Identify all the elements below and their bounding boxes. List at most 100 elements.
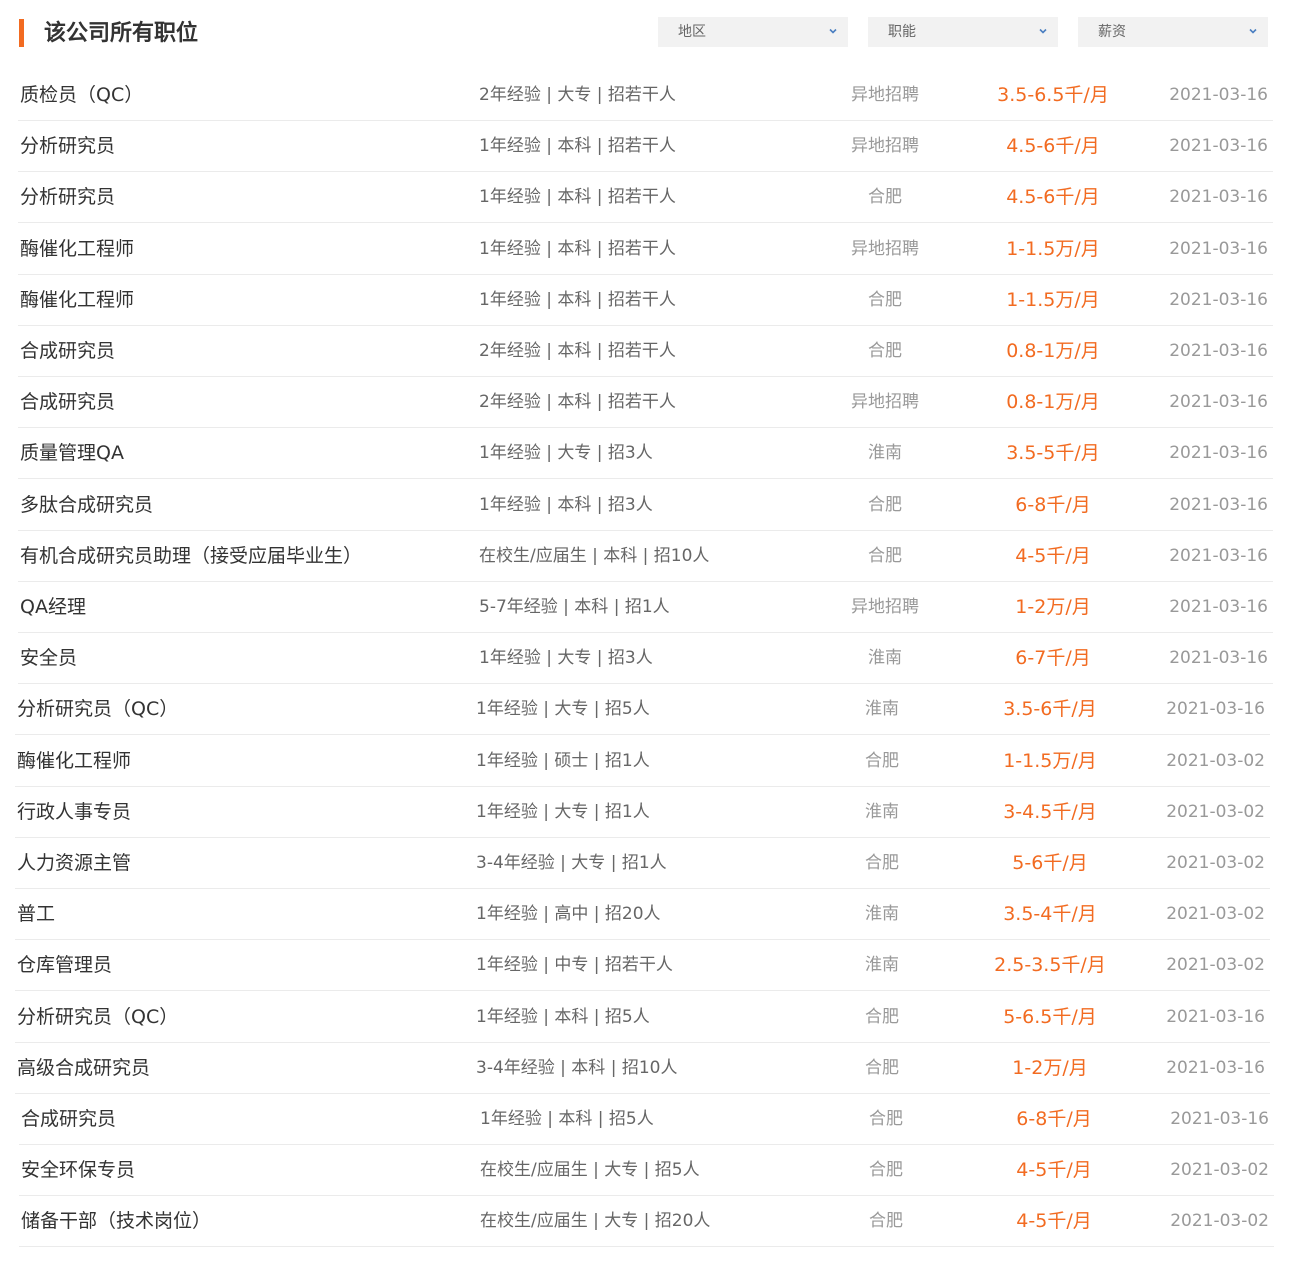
job-row[interactable]: 普工 1年经验 | 高中 | 招20人 淮南 3.5-4千/月 2021-03-02 (15, 889, 1270, 940)
job-title-link[interactable]: 安全环保专员 (21, 1145, 135, 1196)
job-date: 2021-03-16 (1169, 392, 1268, 412)
job-salary: 1-1.5万/月 (1006, 289, 1100, 311)
job-title-link[interactable]: 合成研究员 (20, 326, 115, 377)
job-row[interactable]: 安全环保专员 在校生/应届生 | 大专 | 招5人 合肥 4-5千/月 2021-03-… (19, 1145, 1274, 1196)
job-row[interactable]: 质检员（QC） 2年经验 | 大专 | 招若干人 异地招聘 3.5-6.5千/月 202… (18, 70, 1273, 121)
job-title-link[interactable]: 酶催化工程师 (17, 736, 131, 787)
job-salary: 6-8千/月 (1016, 1108, 1092, 1130)
job-row[interactable]: 分析研究员（QC） 1年经验 | 大专 | 招5人 淮南 3.5-6千/月 2021-0… (15, 684, 1270, 735)
job-title-link[interactable]: 仓库管理员 (17, 940, 112, 991)
job-title-link[interactable]: 质量管理QA (20, 428, 124, 479)
job-salary: 6-8千/月 (1015, 494, 1091, 516)
job-requirements: 3-4年经验 | 本科 | 招10人 (476, 1058, 678, 1078)
job-location: 合肥 (869, 1160, 903, 1180)
job-location: 合肥 (868, 495, 902, 515)
job-title-link[interactable]: 合成研究员 (20, 377, 115, 428)
job-date: 2021-03-16 (1169, 136, 1268, 156)
job-requirements: 1年经验 | 本科 | 招若干人 (479, 187, 676, 207)
job-date: 2021-03-16 (1169, 341, 1268, 361)
job-row[interactable]: 行政人事专员 1年经验 | 大专 | 招1人 淮南 3-4.5千/月 2021-03-0… (15, 787, 1270, 838)
region-filter-label: 地区 (678, 24, 706, 40)
job-date: 2021-03-02 (1166, 853, 1265, 873)
job-salary: 5-6.5千/月 (1003, 1006, 1097, 1028)
job-title-link[interactable]: 安全员 (20, 633, 77, 684)
job-date: 2021-03-16 (1169, 648, 1268, 668)
job-row[interactable]: 分析研究员 1年经验 | 本科 | 招若干人 异地招聘 4.5-6千/月 2021-03… (18, 121, 1273, 172)
job-salary: 3.5-4千/月 (1003, 903, 1097, 925)
job-requirements: 1年经验 | 大专 | 招1人 (476, 802, 650, 822)
job-title-link[interactable]: 分析研究员 (20, 121, 115, 172)
job-requirements: 在校生/应届生 | 大专 | 招5人 (480, 1160, 700, 1180)
region-filter-dropdown[interactable]: 地区 (658, 17, 848, 47)
page-header: 该公司所有职位 地区 职能 薪资 (0, 0, 1295, 70)
function-filter-dropdown[interactable]: 职能 (868, 17, 1058, 47)
job-location: 合肥 (865, 1007, 899, 1027)
job-title-link[interactable]: 人力资源主管 (17, 838, 131, 889)
job-title-link[interactable]: 多肽合成研究员 (20, 480, 153, 531)
job-salary: 4-5千/月 (1016, 1210, 1092, 1232)
job-date: 2021-03-16 (1169, 239, 1268, 259)
job-title-link[interactable]: QA经理 (20, 582, 86, 633)
job-title-link[interactable]: 分析研究员（QC） (17, 684, 178, 735)
job-location: 合肥 (869, 1109, 903, 1129)
job-requirements: 在校生/应届生 | 大专 | 招20人 (480, 1211, 711, 1231)
job-salary: 4.5-6千/月 (1006, 135, 1100, 157)
job-title-link[interactable]: 质检员（QC） (20, 70, 143, 121)
job-row[interactable]: 多肽合成研究员 1年经验 | 本科 | 招3人 合肥 6-8千/月 2021-03-16 (18, 480, 1273, 531)
job-row[interactable]: 储备干部（技术岗位） 在校生/应届生 | 大专 | 招20人 合肥 4-5千/月 202… (19, 1196, 1274, 1247)
job-date: 2021-03-16 (1170, 1109, 1269, 1129)
job-location: 淮南 (865, 955, 899, 975)
job-requirements: 1年经验 | 本科 | 招5人 (480, 1109, 654, 1129)
job-requirements: 3-4年经验 | 大专 | 招1人 (476, 853, 667, 873)
job-row[interactable]: 合成研究员 1年经验 | 本科 | 招5人 合肥 6-8千/月 2021-03-16 (19, 1094, 1274, 1145)
job-salary: 4-5千/月 (1015, 545, 1091, 567)
job-title-link[interactable]: 分析研究员 (20, 172, 115, 223)
job-location: 合肥 (868, 341, 902, 361)
job-title-link[interactable]: 酶催化工程师 (20, 275, 134, 326)
job-row[interactable]: 有机合成研究员助理（接受应届毕业生） 在校生/应届生 | 本科 | 招10人 合肥 4… (18, 531, 1273, 582)
chevron-down-icon (829, 28, 837, 34)
job-salary: 1-1.5万/月 (1003, 750, 1097, 772)
job-title-link[interactable]: 行政人事专员 (17, 787, 131, 838)
salary-filter-dropdown[interactable]: 薪资 (1078, 17, 1268, 47)
job-title-link[interactable]: 合成研究员 (21, 1094, 116, 1145)
job-row[interactable]: 质量管理QA 1年经验 | 大专 | 招3人 淮南 3.5-5千/月 2021-03-1… (18, 428, 1273, 479)
job-row[interactable]: 分析研究员 1年经验 | 本科 | 招若干人 合肥 4.5-6千/月 2021-03-1… (18, 172, 1273, 223)
job-salary: 3-4.5千/月 (1003, 801, 1097, 823)
job-location: 异地招聘 (851, 597, 919, 617)
job-salary: 0.8-1万/月 (1006, 340, 1100, 362)
job-date: 2021-03-02 (1166, 802, 1265, 822)
job-row[interactable]: 分析研究员（QC） 1年经验 | 本科 | 招5人 合肥 5-6.5千/月 2021-0… (15, 992, 1270, 1043)
job-row[interactable]: 仓库管理员 1年经验 | 中专 | 招若干人 淮南 2.5-3.5千/月 2021-03… (15, 940, 1270, 991)
job-row[interactable]: 酶催化工程师 1年经验 | 本科 | 招若干人 异地招聘 1-1.5万/月 2021-0… (18, 224, 1273, 275)
job-row[interactable]: QA经理 5-7年经验 | 本科 | 招1人 异地招聘 1-2万/月 2021-03-1… (18, 582, 1273, 633)
job-location: 异地招聘 (851, 136, 919, 156)
job-title-link[interactable]: 储备干部（技术岗位） (21, 1196, 211, 1247)
job-requirements: 1年经验 | 大专 | 招3人 (479, 648, 653, 668)
job-location: 异地招聘 (851, 239, 919, 259)
job-date: 2021-03-16 (1169, 85, 1268, 105)
job-location: 异地招聘 (851, 392, 919, 412)
job-row[interactable]: 合成研究员 2年经验 | 本科 | 招若干人 合肥 0.8-1万/月 2021-03-1… (18, 326, 1273, 377)
job-salary: 3.5-6.5千/月 (997, 84, 1109, 106)
job-requirements: 2年经验 | 大专 | 招若干人 (479, 85, 676, 105)
job-date: 2021-03-16 (1166, 1058, 1265, 1078)
job-row[interactable]: 酶催化工程师 1年经验 | 硕士 | 招1人 合肥 1-1.5万/月 2021-03-0… (15, 736, 1270, 787)
job-date: 2021-03-16 (1169, 290, 1268, 310)
job-row[interactable]: 酶催化工程师 1年经验 | 本科 | 招若干人 合肥 1-1.5万/月 2021-03-… (18, 275, 1273, 326)
job-salary: 3.5-5千/月 (1006, 442, 1100, 464)
job-row[interactable]: 人力资源主管 3-4年经验 | 大专 | 招1人 合肥 5-6千/月 2021-03-0… (15, 838, 1270, 889)
job-row[interactable]: 高级合成研究员 3-4年经验 | 本科 | 招10人 合肥 1-2万/月 2021-03… (15, 1043, 1270, 1094)
job-title-link[interactable]: 酶催化工程师 (20, 224, 134, 275)
job-row[interactable]: 安全员 1年经验 | 大专 | 招3人 淮南 6-7千/月 2021-03-16 (18, 633, 1273, 684)
job-location: 合肥 (865, 1058, 899, 1078)
job-row[interactable]: 合成研究员 2年经验 | 本科 | 招若干人 异地招聘 0.8-1万/月 2021-03… (18, 377, 1273, 428)
job-title-link[interactable]: 高级合成研究员 (17, 1043, 150, 1094)
job-title-link[interactable]: 分析研究员（QC） (17, 992, 178, 1043)
job-location: 异地招聘 (851, 85, 919, 105)
job-location: 合肥 (868, 290, 902, 310)
chevron-down-icon (1249, 28, 1257, 34)
job-title-link[interactable]: 有机合成研究员助理（接受应届毕业生） (20, 531, 362, 582)
job-title-link[interactable]: 普工 (17, 889, 55, 940)
job-requirements: 1年经验 | 高中 | 招20人 (476, 904, 661, 924)
